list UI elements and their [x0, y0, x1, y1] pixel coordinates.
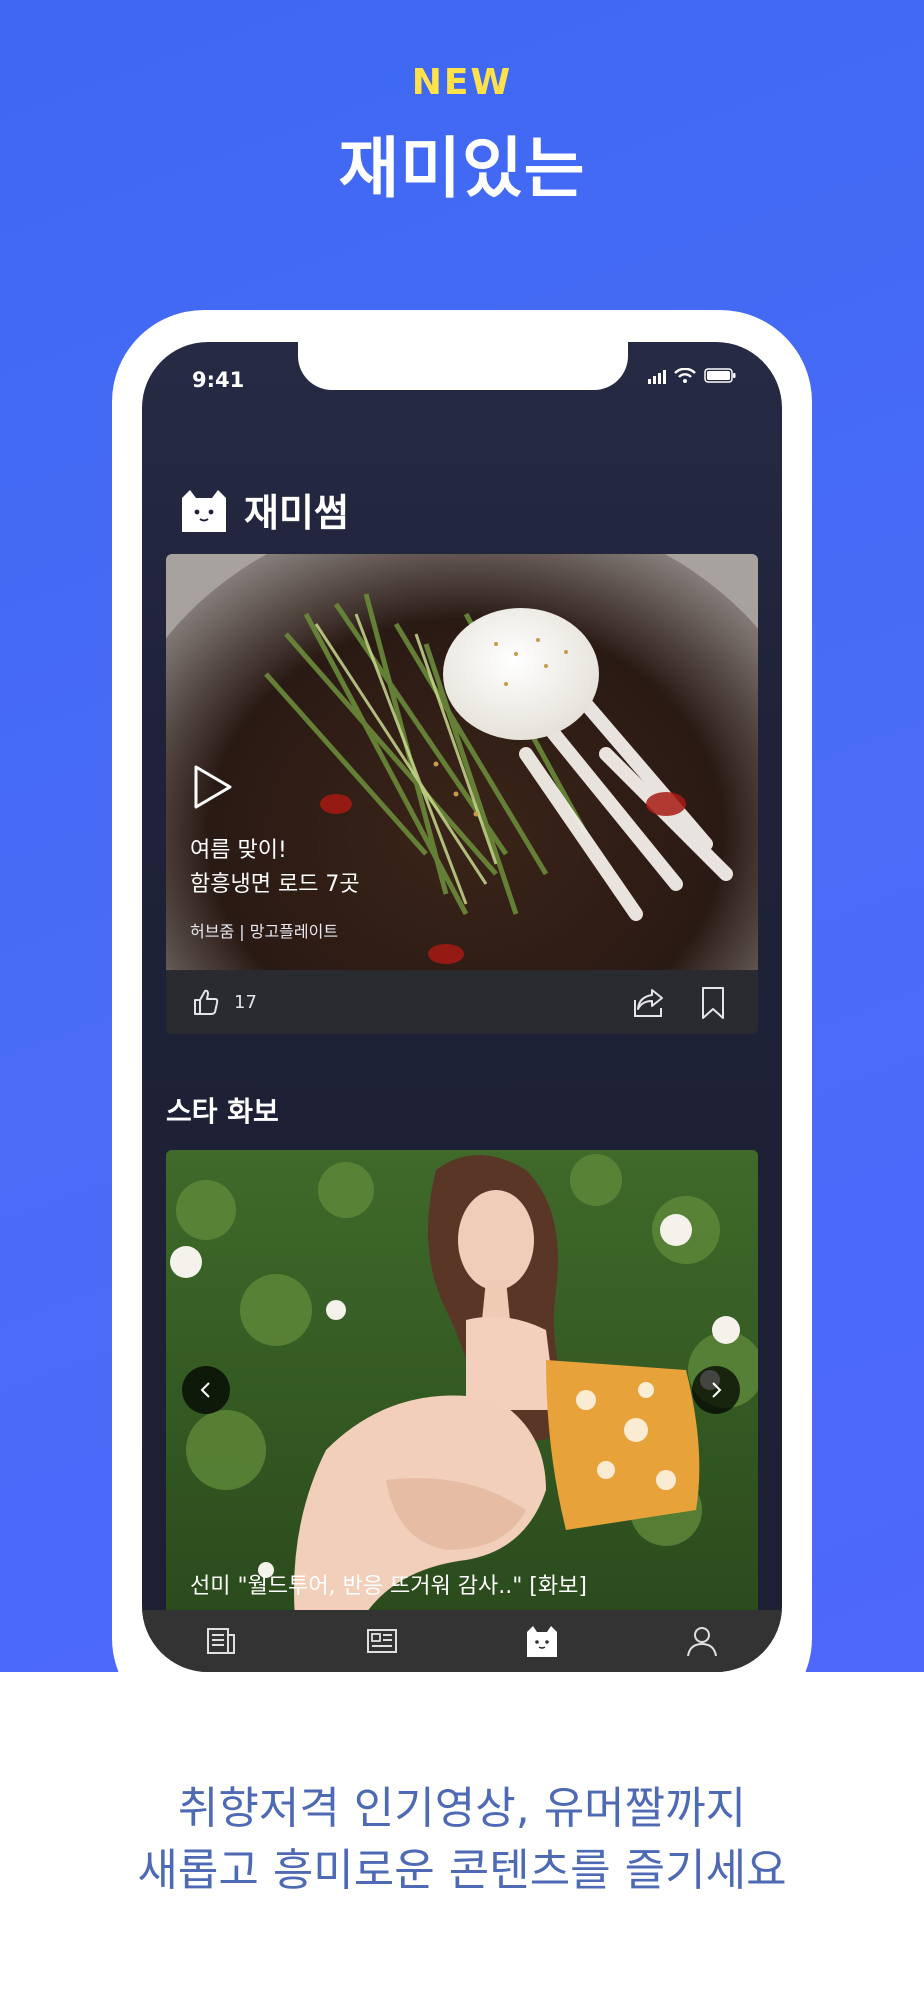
- bookmark-icon[interactable]: [700, 986, 726, 1020]
- thumbs-up-icon[interactable]: [192, 988, 220, 1016]
- cat-logo-icon: [182, 489, 226, 532]
- profile-icon: [687, 1627, 717, 1657]
- card-headline-line1: 여름 맞이!: [190, 838, 287, 863]
- status-icons: [648, 367, 736, 384]
- chevron-right-icon: [712, 1382, 722, 1398]
- card-source: 허브줌 | 망고플레이트: [190, 922, 339, 941]
- app-header: 재미썸: [178, 482, 349, 537]
- promo-section: 취향저격 인기영상, 유머짤까지 새롭고 흥미로운 콘텐츠를 즐기세요: [0, 1672, 924, 2000]
- bottom-tab-bar: [142, 1610, 782, 1672]
- tab-article[interactable]: [302, 1610, 462, 1672]
- share-icon[interactable]: [632, 986, 666, 1018]
- app-title: 재미썸: [244, 491, 349, 535]
- prev-photo-button[interactable]: [182, 1366, 230, 1414]
- card-headline-line2: 함흥냉면 로드 7곳: [190, 872, 360, 897]
- chevron-left-icon: [200, 1382, 210, 1398]
- card-action-bar: 17: [166, 970, 758, 1034]
- news-icon: [207, 1628, 235, 1654]
- section-title: 스타 화보: [166, 1095, 279, 1128]
- promo-line1: 취향저격 인기영상, 유머짤까지: [177, 1783, 747, 1834]
- play-icon[interactable]: [192, 764, 234, 810]
- cat-icon: [527, 1626, 557, 1657]
- tab-profile[interactable]: [622, 1610, 782, 1672]
- tab-cat[interactable]: [462, 1610, 622, 1672]
- photo-caption: 선미 "월드투어, 반응 뜨거워 감사.." [화보]: [190, 1574, 587, 1599]
- celebrity-photo: [166, 1150, 758, 1630]
- tab-news[interactable]: [142, 1610, 302, 1672]
- photo-gallery-card[interactable]: 선미 "월드투어, 반응 뜨거워 감사.." [화보]: [166, 1150, 758, 1630]
- phone-notch: [298, 342, 628, 390]
- signal-icon: [648, 369, 666, 384]
- wifi-icon: [674, 367, 696, 383]
- hero-banner: NEW 재미있는 9:41 재미썸 여름 맞이! 함흥냉면 로드 7곳 허브줌 …: [0, 0, 924, 1672]
- hero-title: 재미있는: [338, 130, 586, 207]
- like-count: 17: [234, 992, 257, 1013]
- promo-line2: 새롭고 흥미로운 콘텐츠를 즐기세요: [137, 1845, 787, 1896]
- battery-icon: [704, 368, 736, 383]
- featured-video-card[interactable]: 여름 맞이! 함흥냉면 로드 7곳 허브줌 | 망고플레이트 17: [166, 554, 758, 1034]
- naengmyeon-photo: [166, 554, 758, 970]
- article-icon: [367, 1629, 397, 1653]
- status-time: 9:41: [192, 368, 245, 392]
- next-photo-button[interactable]: [692, 1366, 740, 1414]
- phone-frame: 9:41 재미썸 여름 맞이! 함흥냉면 로드 7곳 허브줌 | 망고플레이트 …: [112, 310, 812, 1672]
- phone-screen: 9:41 재미썸 여름 맞이! 함흥냉면 로드 7곳 허브줌 | 망고플레이트 …: [142, 342, 782, 1672]
- new-badge: NEW: [411, 62, 513, 103]
